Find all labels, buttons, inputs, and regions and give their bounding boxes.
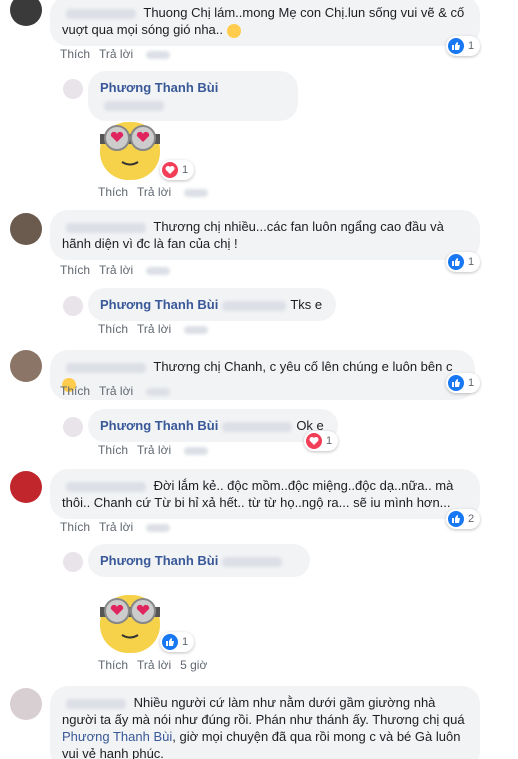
reply-button[interactable]: Trả lời <box>137 322 171 336</box>
like-icon <box>448 38 464 54</box>
avatar[interactable] <box>63 417 83 437</box>
timestamp <box>146 523 171 532</box>
mention-link[interactable]: Phương Thanh Bùi <box>62 729 172 744</box>
comment-actions: Thích Trả lời <box>60 263 179 277</box>
avatar[interactable] <box>10 688 42 720</box>
heart-eyes-emoji-icon <box>226 23 241 38</box>
avatar[interactable] <box>63 552 83 572</box>
like-icon <box>448 254 464 270</box>
comment-bubble: Nhiều người cứ làm như nằm dưới gầm giườ… <box>50 686 480 759</box>
comment-bubble: Đời lắm kẻ.. độc mồm..độc miệng..độc dạ.… <box>50 469 480 519</box>
reply-text: Tks e <box>290 297 323 312</box>
comment-actions: Thích Trả lời <box>60 384 179 398</box>
timestamp <box>184 188 209 197</box>
minion-sticker <box>100 122 160 180</box>
avatar[interactable] <box>10 350 42 382</box>
heart-icon <box>162 162 178 178</box>
like-icon <box>448 511 464 527</box>
timestamp: 5 giờ <box>180 658 208 672</box>
reply-button[interactable]: Trả lời <box>99 384 133 398</box>
avatar[interactable] <box>63 296 83 316</box>
timestamp <box>146 266 171 275</box>
reply-bubble: Phương Thanh Bùi Ok e <box>88 409 338 442</box>
comment-text: Thương chị Chanh, c yêu cố lên chúng e l… <box>153 359 453 374</box>
comment-bubble: Thuong Chị lám..mong Mẹ con Chị.lun sống… <box>50 0 480 46</box>
avatar[interactable] <box>10 213 42 245</box>
like-icon <box>448 375 464 391</box>
like-button[interactable]: Thích <box>60 47 90 61</box>
like-button[interactable]: Thích <box>98 443 128 457</box>
blurred-username <box>66 222 146 233</box>
reaction-count[interactable]: 1 <box>160 160 195 180</box>
blurred-text <box>222 421 293 432</box>
reply-button[interactable]: Trả lời <box>137 443 171 457</box>
reply-button[interactable]: Trả lời <box>99 263 133 277</box>
like-button[interactable]: Thích <box>98 658 128 672</box>
minion-sticker <box>100 595 160 653</box>
reply-author[interactable]: Phương Thanh Bùi <box>100 553 218 568</box>
avatar[interactable] <box>63 79 83 99</box>
timestamp <box>184 446 209 455</box>
blurred-text <box>222 556 283 567</box>
reaction-count[interactable]: 2 <box>446 509 481 529</box>
like-button[interactable]: Thích <box>98 322 128 336</box>
comment-actions: Thích Trả lời <box>60 520 179 534</box>
blurred-username <box>66 481 146 492</box>
timestamp <box>184 325 209 334</box>
reply-bubble: Phương Thanh Bùi <box>88 544 310 577</box>
reply-actions: Thích Trả lời <box>98 322 217 336</box>
like-icon <box>162 634 178 650</box>
heart-icon <box>306 433 322 449</box>
reply-button[interactable]: Trả lời <box>137 658 171 672</box>
reply-bubble: Phương Thanh Bùi Tks e <box>88 288 336 321</box>
reaction-count[interactable]: 1 <box>304 431 339 451</box>
blurred-text <box>104 100 164 111</box>
avatar[interactable] <box>10 0 42 26</box>
reply-actions: Thích Trả lời <box>98 443 217 457</box>
like-button[interactable]: Thích <box>60 263 90 277</box>
avatar[interactable] <box>10 471 42 503</box>
reply-actions: Thích Trả lời 5 giờ <box>98 658 216 672</box>
timestamp <box>146 50 171 59</box>
reaction-count[interactable]: 1 <box>446 373 481 393</box>
like-button[interactable]: Thích <box>98 185 128 199</box>
reply-author[interactable]: Phương Thanh Bùi <box>100 297 218 312</box>
reply-author[interactable]: Phương Thanh Bùi <box>100 80 218 95</box>
blurred-text <box>222 300 287 311</box>
reaction-count[interactable]: 1 <box>446 252 481 272</box>
reply-actions: Thích Trả lời <box>98 185 217 199</box>
reaction-count[interactable]: 1 <box>160 632 195 652</box>
comment-actions: Thích Trả lời <box>60 47 179 61</box>
reply-author[interactable]: Phương Thanh Bùi <box>100 418 218 433</box>
reply-button[interactable]: Trả lời <box>99 47 133 61</box>
blurred-username <box>66 8 136 19</box>
reply-button[interactable]: Trả lời <box>99 520 133 534</box>
comment-bubble: Thương chị nhiều...các fan luôn ngẩng ca… <box>50 210 480 260</box>
blurred-username <box>66 362 146 373</box>
blurred-username <box>66 698 126 709</box>
like-button[interactable]: Thích <box>60 520 90 534</box>
reaction-count[interactable]: 1 <box>446 36 481 56</box>
like-button[interactable]: Thích <box>60 384 90 398</box>
timestamp <box>146 387 171 396</box>
reply-button[interactable]: Trả lời <box>137 185 171 199</box>
